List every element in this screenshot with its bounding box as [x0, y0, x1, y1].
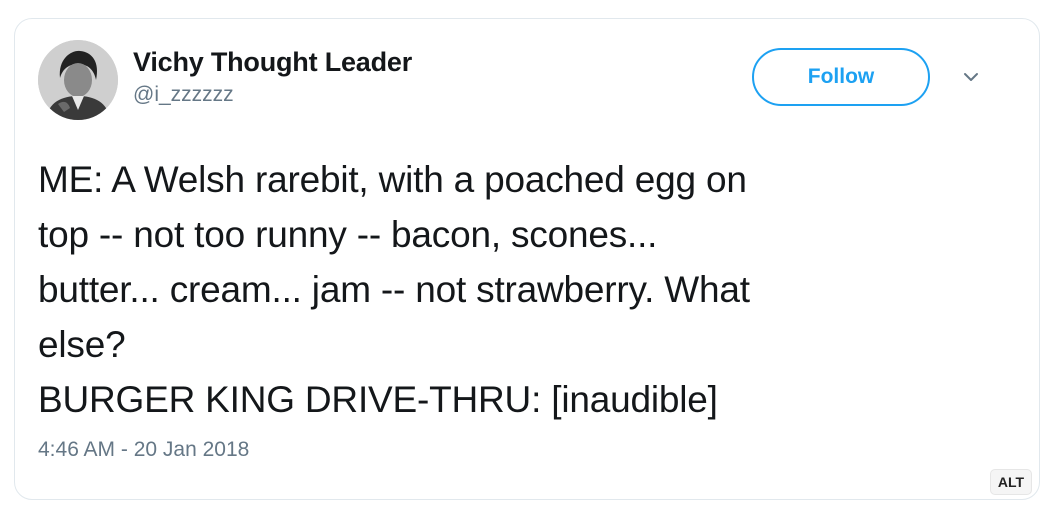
follow-button[interactable]: Follow: [752, 48, 930, 106]
avatar[interactable]: [38, 40, 118, 120]
tweet-timestamp[interactable]: 4:46 AM - 20 Jan 2018: [38, 438, 249, 462]
avatar-image: [38, 40, 118, 120]
tweet-text-line: butter... cream... jam -- not strawberry…: [38, 269, 750, 310]
author-handle[interactable]: @i_zzzzzz: [133, 82, 412, 108]
author-display-name[interactable]: Vichy Thought Leader: [133, 46, 412, 78]
tweet-text-line: top -- not too runny -- bacon, scones...: [38, 214, 658, 255]
tweet-author: Vichy Thought Leader @i_zzzzzz: [133, 46, 412, 108]
tweet-text: ME: A Welsh rarebit, with a poached egg …: [38, 152, 998, 427]
chevron-down-icon[interactable]: [960, 66, 982, 88]
tweet-text-line: BURGER KING DRIVE-THRU: [inaudible]: [38, 379, 718, 420]
tweet-text-line: ME: A Welsh rarebit, with a poached egg …: [38, 159, 747, 200]
alt-text-badge[interactable]: ALT: [990, 469, 1032, 495]
tweet-text-line: else?: [38, 324, 126, 365]
